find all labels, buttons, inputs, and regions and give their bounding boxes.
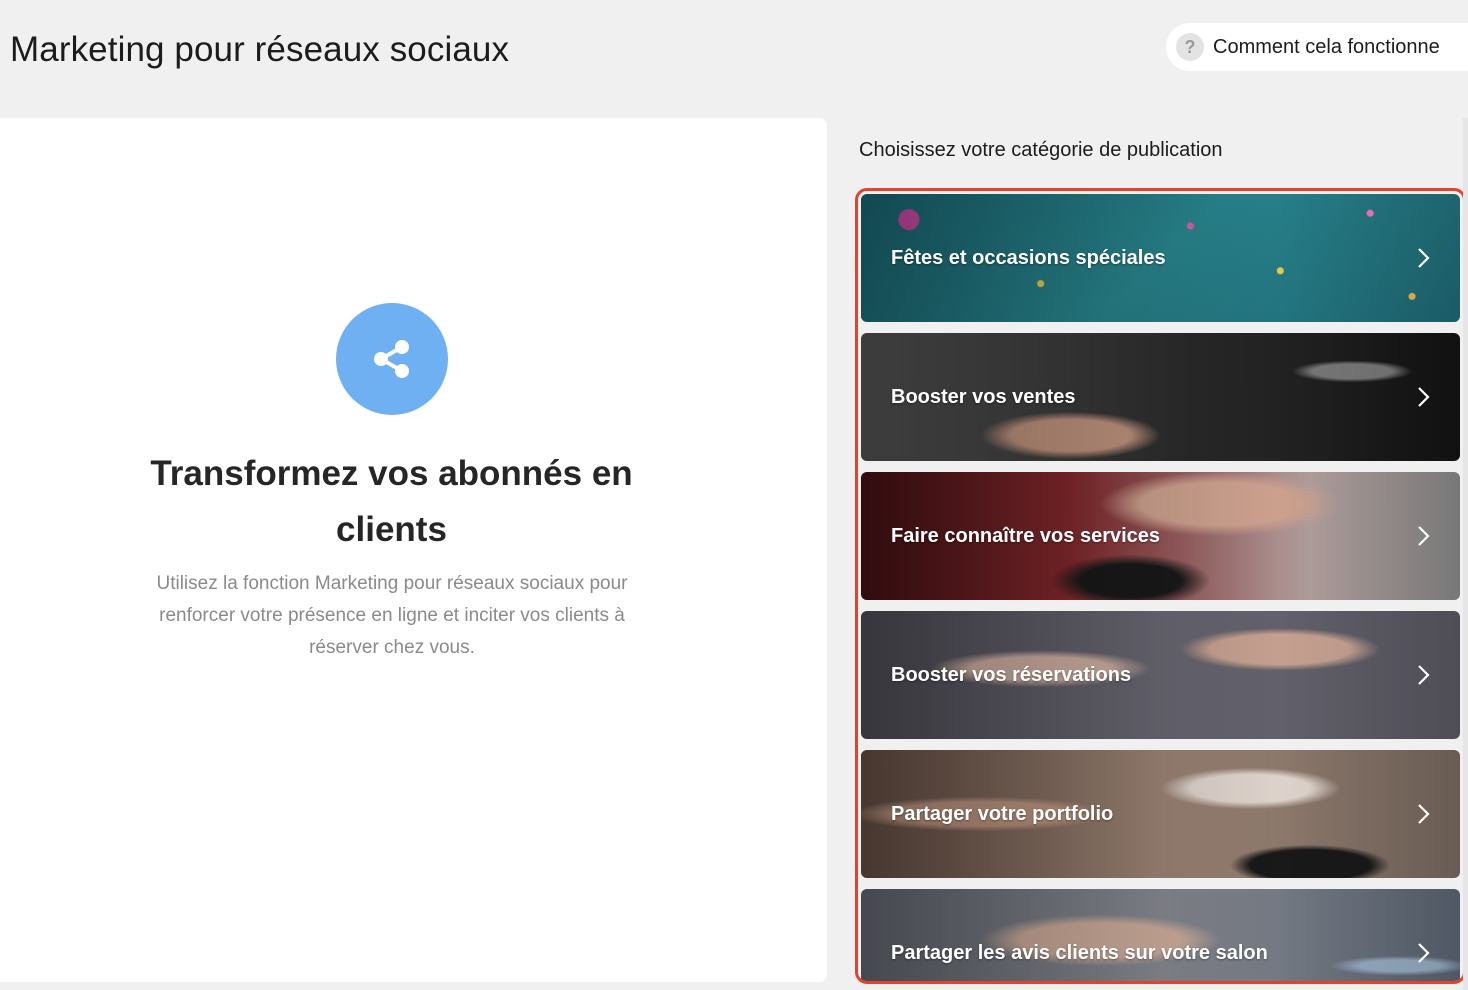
category-item-label: Faire connaître vos services [891, 524, 1161, 547]
category-list-highlight: Fêtes et occasions spéciales Booster vos… [855, 188, 1466, 984]
chevron-right-icon [1418, 526, 1430, 546]
category-item-label: Booster vos ventes [891, 385, 1076, 408]
chevron-right-icon [1418, 943, 1430, 963]
category-item-special-occasions[interactable]: Fêtes et occasions spéciales [861, 194, 1460, 322]
category-item-label: Booster vos réservations [891, 663, 1132, 686]
category-heading: Choisissez votre catégorie de publicatio… [859, 139, 1223, 161]
category-item-share-reviews[interactable]: Partager les avis clients sur votre salo… [861, 889, 1460, 981]
category-item-share-portfolio[interactable]: Partager votre portfolio [861, 750, 1460, 878]
scrollbar[interactable] [1463, 118, 1468, 990]
intro-card: Transformez vos abonnés en clients Utili… [0, 118, 827, 982]
page-title: Marketing pour réseaux sociaux [10, 30, 510, 69]
category-list: Fêtes et occasions spéciales Booster vos… [861, 194, 1460, 981]
category-item-promote-services[interactable]: Faire connaître vos services [861, 472, 1460, 600]
category-item-label: Partager votre portfolio [891, 802, 1114, 825]
share-icon [336, 303, 448, 415]
question-icon: ? [1176, 33, 1204, 61]
chevron-right-icon [1418, 387, 1430, 407]
category-item-boost-bookings[interactable]: Booster vos réservations [861, 611, 1460, 739]
category-item-label: Partager les avis clients sur votre salo… [891, 941, 1268, 964]
chevron-right-icon [1418, 665, 1430, 685]
chevron-right-icon [1418, 804, 1430, 824]
chevron-right-icon [1418, 248, 1430, 268]
hero-description: Utilisez la fonction Marketing pour rése… [156, 573, 628, 658]
hero-heading: Transformez vos abonnés en clients [150, 454, 633, 549]
category-item-label: Fêtes et occasions spéciales [891, 246, 1166, 269]
how-it-works-label: Comment cela fonctionne [1213, 35, 1440, 58]
category-item-boost-sales[interactable]: Booster vos ventes [861, 333, 1460, 461]
how-it-works-button[interactable]: ? Comment cela fonctionne [1166, 23, 1468, 71]
